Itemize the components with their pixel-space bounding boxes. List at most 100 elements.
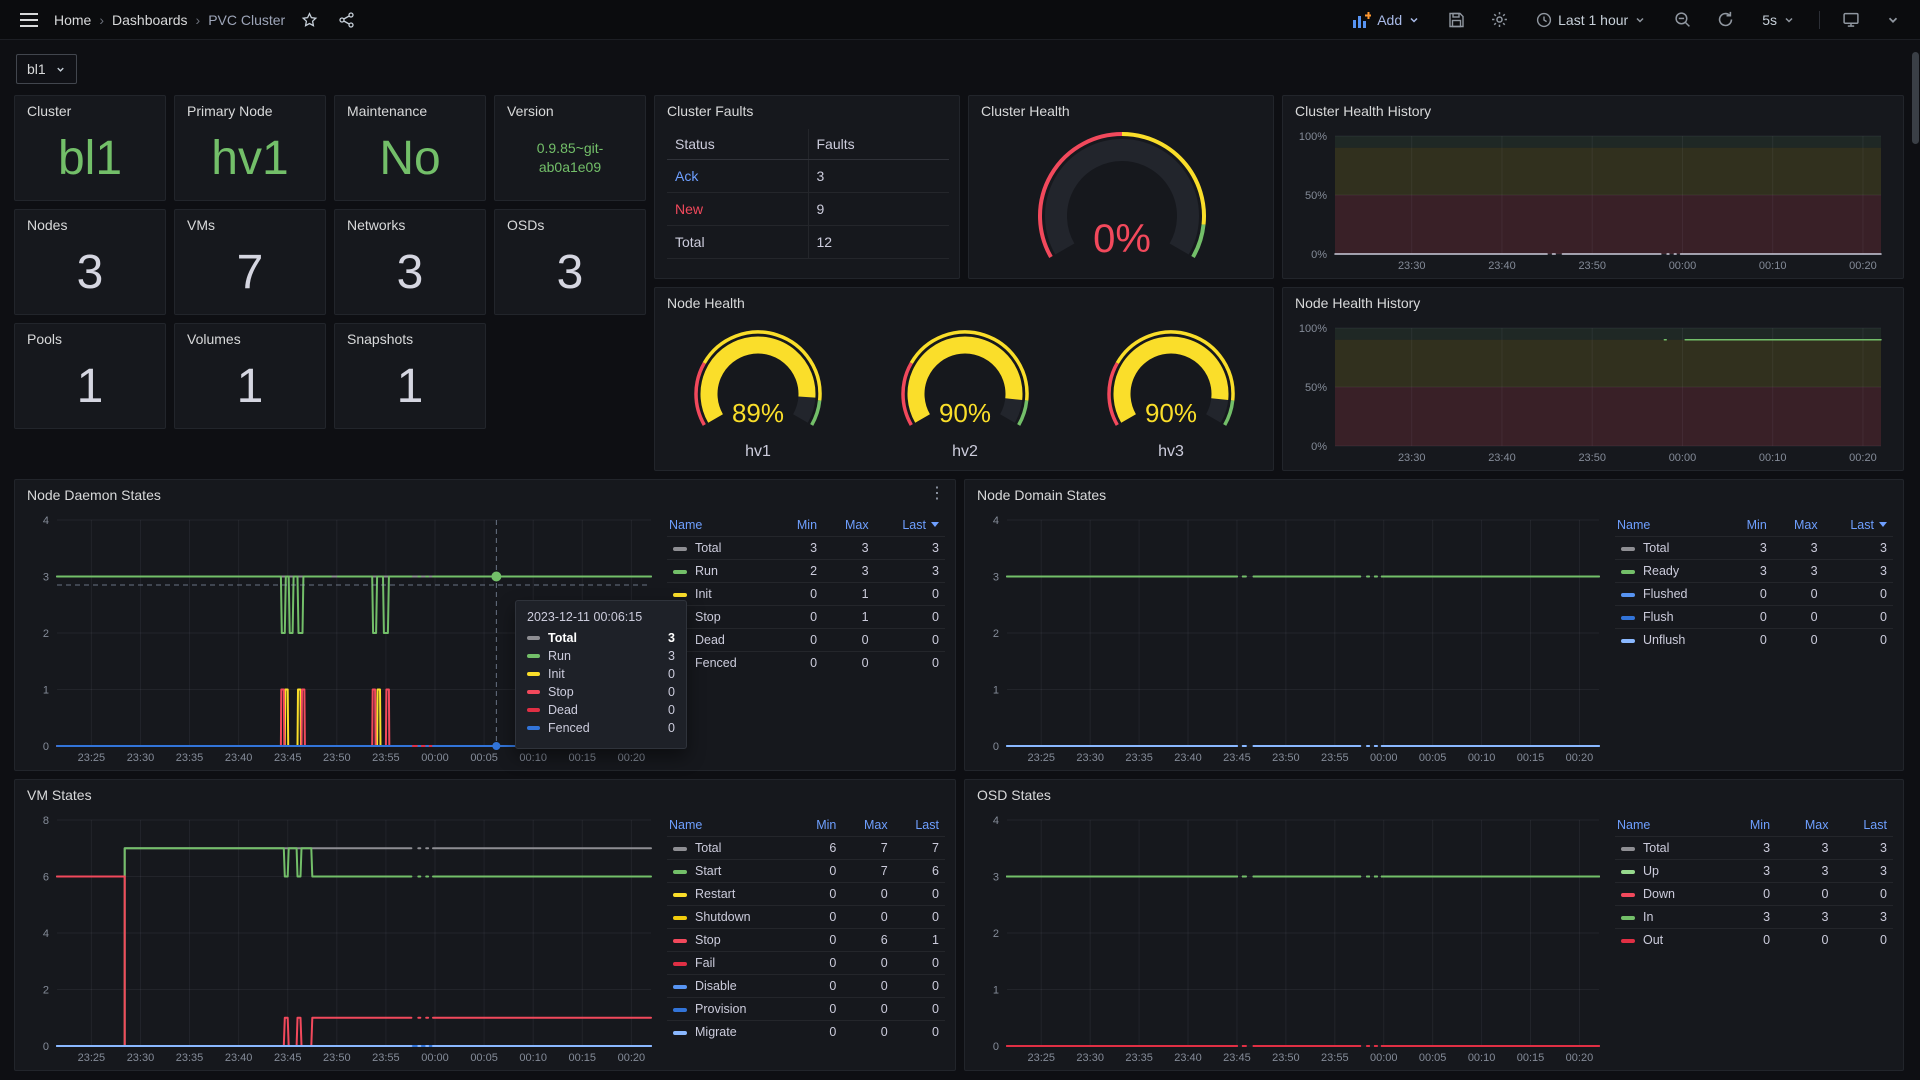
- panel-title[interactable]: VM States: [15, 780, 955, 803]
- series-name[interactable]: Run: [695, 564, 718, 578]
- panel-title[interactable]: Primary Node: [175, 96, 325, 119]
- panel-title[interactable]: Snapshots: [335, 324, 485, 347]
- grafana-dashboard: Home › Dashboards › PVC Cluster Add: [0, 0, 1920, 1080]
- series-name[interactable]: In: [1643, 910, 1653, 924]
- faults-column-status[interactable]: Status: [667, 129, 808, 160]
- save-dashboard-icon[interactable]: [1444, 8, 1469, 32]
- faults-column-faults[interactable]: Faults: [808, 129, 949, 160]
- panel-title[interactable]: Node Daemon States: [15, 480, 955, 503]
- panel-title[interactable]: Networks: [335, 210, 485, 233]
- series-name[interactable]: Provision: [695, 1002, 746, 1016]
- series-name[interactable]: Total: [695, 541, 721, 555]
- node-health-history-chart[interactable]: 0%50%100%23:3023:4023:5000:0000:1000:20: [1291, 318, 1891, 466]
- dashboard-settings-gear-icon[interactable]: [1487, 7, 1512, 32]
- series-name[interactable]: Flushed: [1643, 587, 1687, 601]
- panel-title[interactable]: Cluster Faults: [655, 96, 959, 119]
- panel-title[interactable]: Node Domain States: [965, 480, 1903, 503]
- series-color-dash-icon: [673, 570, 687, 574]
- panel-title[interactable]: VMs: [175, 210, 325, 233]
- toolbar-collapse-chevron-icon[interactable]: [1882, 9, 1904, 31]
- series-name[interactable]: Restart: [695, 887, 735, 901]
- refresh-icon[interactable]: [1713, 7, 1738, 32]
- series-name[interactable]: Ready: [1643, 564, 1679, 578]
- legend-column-name[interactable]: Name: [1615, 814, 1723, 837]
- panel-title[interactable]: OSD States: [965, 780, 1903, 803]
- panel-title[interactable]: Cluster: [15, 96, 165, 119]
- legend-column-name[interactable]: Name: [1615, 514, 1727, 537]
- legend-column-min[interactable]: Min: [1723, 814, 1776, 837]
- panel-title[interactable]: Maintenance: [335, 96, 485, 119]
- series-name[interactable]: Fenced: [695, 656, 737, 670]
- osd-states-chart[interactable]: 0123423:2523:3023:3523:4023:4523:5023:55…: [973, 810, 1609, 1066]
- legend-column-last[interactable]: Last: [875, 514, 945, 537]
- panel-title[interactable]: Node Health History: [1283, 288, 1903, 311]
- series-name[interactable]: Fail: [695, 956, 715, 970]
- legend-column-max[interactable]: Max: [842, 814, 893, 837]
- series-name[interactable]: Total: [1643, 841, 1669, 855]
- zoom-out-time-icon[interactable]: [1670, 7, 1695, 32]
- panel-title[interactable]: Node Health: [655, 288, 1273, 311]
- legend-column-name[interactable]: Name: [667, 814, 796, 837]
- panel-title[interactable]: Nodes: [15, 210, 165, 233]
- series-name[interactable]: Total: [1643, 541, 1669, 555]
- legend-column-max[interactable]: Max: [1776, 814, 1834, 837]
- legend-column-max[interactable]: Max: [1773, 514, 1824, 537]
- tooltip-row: Init0: [527, 667, 675, 681]
- legend-column-min[interactable]: Min: [1727, 514, 1773, 537]
- kiosk-monitor-icon[interactable]: [1838, 7, 1864, 32]
- panel-title[interactable]: Version: [495, 96, 645, 119]
- panel-title[interactable]: OSDs: [495, 210, 645, 233]
- time-range-picker[interactable]: Last 1 hour: [1530, 11, 1652, 29]
- series-name[interactable]: Disable: [695, 979, 737, 993]
- legend-row: Dead000: [667, 629, 945, 652]
- menu-icon[interactable]: [16, 9, 42, 31]
- legend-row: Provision000: [667, 998, 945, 1021]
- breadcrumb-home[interactable]: Home: [54, 12, 91, 28]
- node-domain-states-chart[interactable]: 0123423:2523:3023:3523:4023:4523:5023:55…: [973, 510, 1609, 766]
- legend-row: Total677: [667, 837, 945, 860]
- series-name[interactable]: Shutdown: [695, 910, 751, 924]
- legend-column-last[interactable]: Last: [1824, 514, 1893, 537]
- share-icon[interactable]: [334, 8, 359, 32]
- series-name[interactable]: Down: [1643, 887, 1675, 901]
- variable-dropdown-cluster[interactable]: bl1: [16, 54, 77, 84]
- panel-title[interactable]: Cluster Health History: [1283, 96, 1903, 119]
- favorite-star-icon[interactable]: [297, 8, 322, 32]
- add-panel-button[interactable]: Add: [1347, 11, 1426, 29]
- breadcrumb-current-dashboard[interactable]: PVC Cluster: [208, 12, 285, 28]
- fault-status: Total: [667, 226, 808, 259]
- cluster-health-history-chart[interactable]: 0%50%100%23:3023:4023:5000:0000:1000:20: [1291, 126, 1891, 274]
- series-name[interactable]: Out: [1643, 933, 1663, 947]
- legend-column-max[interactable]: Max: [823, 514, 875, 537]
- panel-node-domain-states: Node Domain States 0123423:2523:3023:352…: [964, 479, 1904, 771]
- svg-text:00:20: 00:20: [1566, 752, 1594, 764]
- legend-column-last[interactable]: Last: [894, 814, 945, 837]
- legend-column-last[interactable]: Last: [1834, 814, 1893, 837]
- panel-title[interactable]: Cluster Health: [969, 96, 1273, 119]
- panel-stat-vms: VMs 7: [174, 209, 326, 315]
- series-name[interactable]: Up: [1643, 864, 1659, 878]
- series-name[interactable]: Total: [695, 841, 721, 855]
- series-color-dash-icon: [673, 893, 687, 897]
- series-name[interactable]: Unflush: [1643, 633, 1685, 647]
- series-name[interactable]: Start: [695, 864, 721, 878]
- scrollbar-thumb[interactable]: [1912, 52, 1919, 144]
- series-name[interactable]: Init: [695, 587, 712, 601]
- legend-column-name[interactable]: Name: [667, 514, 777, 537]
- svg-text:00:00: 00:00: [1370, 752, 1398, 764]
- panel-title[interactable]: Pools: [15, 324, 165, 347]
- series-name[interactable]: Migrate: [695, 1025, 737, 1039]
- panel-menu-kebab-icon[interactable]: ⋮: [929, 486, 945, 502]
- legend-value: 0: [842, 1021, 893, 1044]
- panel-title[interactable]: Volumes: [175, 324, 325, 347]
- legend-column-min[interactable]: Min: [777, 514, 824, 537]
- series-name[interactable]: Stop: [695, 610, 721, 624]
- series-name[interactable]: Flush: [1643, 610, 1674, 624]
- legend-column-min[interactable]: Min: [796, 814, 842, 837]
- breadcrumb-dashboards[interactable]: Dashboards: [112, 12, 188, 28]
- svg-text:23:35: 23:35: [176, 752, 204, 764]
- series-name[interactable]: Stop: [695, 933, 721, 947]
- series-name[interactable]: Dead: [695, 633, 725, 647]
- refresh-interval-dropdown[interactable]: 5s: [1756, 11, 1801, 29]
- vm-states-chart[interactable]: 0246823:2523:3023:3523:4023:4523:5023:55…: [23, 810, 661, 1066]
